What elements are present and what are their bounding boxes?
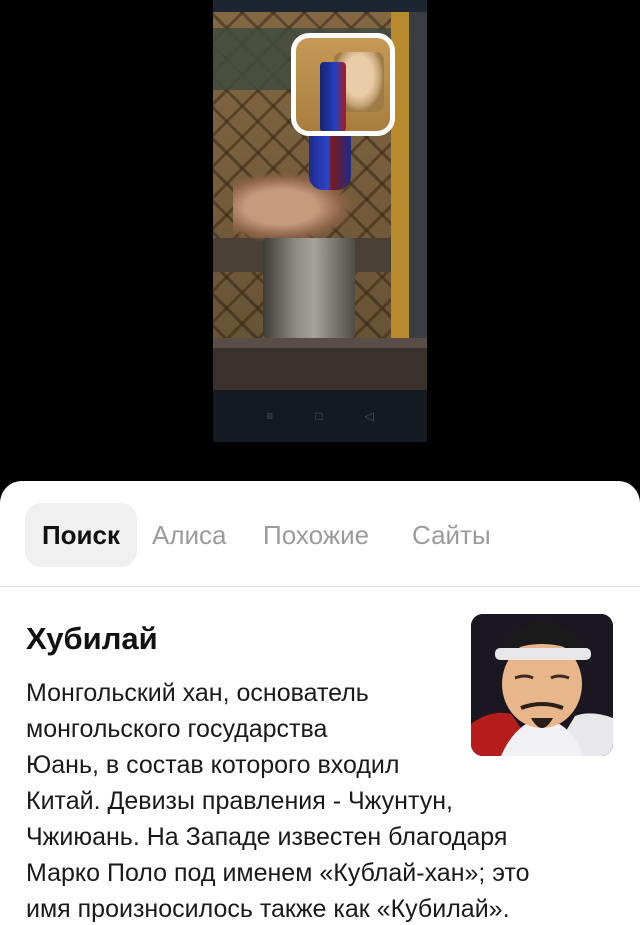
results-sheet: Поиск Алиса Похожие Сайты Хубилай Монгол…: [0, 481, 640, 925]
android-nav-bar: ≡ □ ◁: [213, 390, 427, 442]
description-line: Чжиюань. На Западе известен благодаря: [26, 823, 508, 851]
back-icon: ◁: [364, 409, 374, 423]
description-line: Китай. Девизы правления - Чжунтун,: [26, 787, 453, 815]
tab-similar[interactable]: Похожие: [263, 503, 369, 567]
entity-portrait-image[interactable]: [471, 614, 613, 756]
scene-pillar-dark: [409, 12, 427, 390]
home-icon: □: [315, 409, 323, 423]
description-line: имя произносилось также как «Кубилай».: [26, 895, 510, 923]
tab-alice[interactable]: Алиса: [152, 503, 227, 567]
menu-icon: ≡: [266, 409, 274, 423]
scene-pot: [263, 238, 355, 338]
image-preview: ≡ □ ◁: [0, 0, 640, 500]
entity-title[interactable]: Хубилай: [26, 621, 158, 657]
portrait-drawing: [471, 614, 613, 756]
scene-floor: [213, 338, 427, 390]
selection-crop-frame[interactable]: [291, 33, 395, 136]
description-line: Марко Поло под именем «Кублай-хан»; это: [26, 859, 530, 887]
tab-bar: Поиск Алиса Похожие Сайты: [0, 481, 640, 587]
status-bar: [213, 0, 427, 12]
crop-drape: [320, 62, 346, 131]
tab-sites[interactable]: Сайты: [412, 503, 491, 567]
tab-search[interactable]: Поиск: [25, 503, 137, 567]
